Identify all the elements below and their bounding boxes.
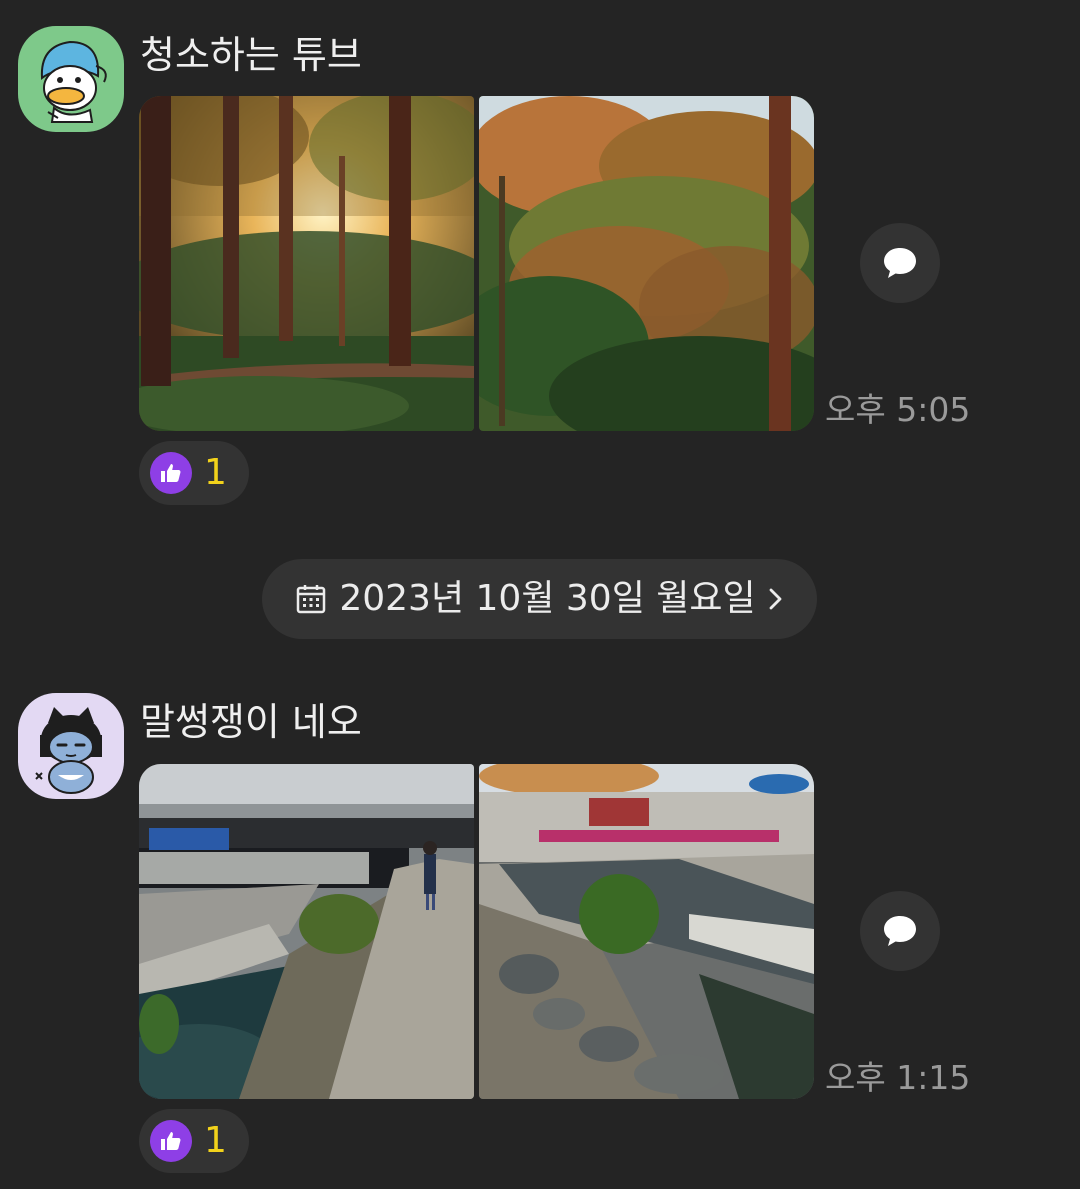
tube-duck-character-icon (18, 26, 124, 132)
chevron-right-icon (769, 588, 782, 610)
avatar[interactable] (18, 693, 124, 799)
reaction-count: 1 (204, 1120, 227, 1161)
stream-with-stepping-stones-photo[interactable] (479, 764, 814, 1099)
message-time: 오후 5:05 (825, 390, 971, 429)
autumn-forest-sunlight-photo[interactable] (139, 96, 474, 431)
stream-walkway-under-bridge-photo[interactable] (139, 764, 474, 1099)
speech-bubble-icon (884, 916, 916, 946)
photo-group (139, 96, 814, 431)
thumbs-up-icon (150, 1120, 192, 1162)
chat-screen: 청소하는 튜브 오후 5:05 1 2023년 10월 30일 월요일 말썽쟁이… (0, 0, 1080, 1189)
message-time: 오후 1:15 (825, 1058, 971, 1097)
sender-name: 말썽쟁이 네오 (140, 700, 362, 744)
comment-button[interactable] (860, 223, 940, 303)
calendar-icon (297, 585, 326, 614)
thumbs-up-icon (150, 452, 192, 494)
date-label: 2023년 10월 30일 월요일 (339, 578, 756, 619)
reaction-badge[interactable]: 1 (139, 1109, 249, 1173)
photo-group (139, 764, 814, 1099)
reaction-badge[interactable]: 1 (139, 441, 249, 505)
reaction-count: 1 (204, 452, 227, 493)
date-divider[interactable]: 2023년 10월 30일 월요일 (262, 559, 817, 639)
neo-cat-character-icon (18, 693, 124, 799)
sender-name: 청소하는 튜브 (140, 33, 362, 77)
comment-button[interactable] (860, 891, 940, 971)
avatar[interactable] (18, 26, 124, 132)
speech-bubble-icon (884, 248, 916, 278)
autumn-hillside-trees-photo[interactable] (479, 96, 814, 431)
